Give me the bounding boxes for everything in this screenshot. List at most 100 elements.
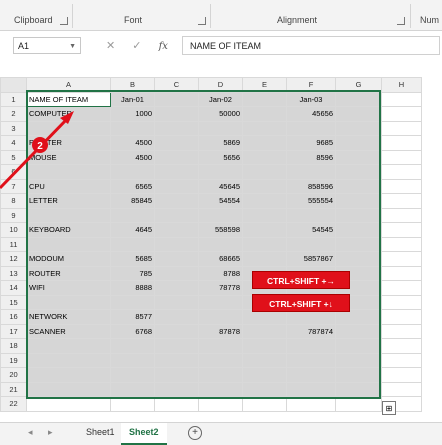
cell[interactable] [335, 338, 382, 354]
cell[interactable] [381, 164, 422, 180]
row-header[interactable]: 6 [0, 164, 27, 180]
cell[interactable]: WIFI [26, 280, 111, 296]
column-header[interactable]: C [154, 77, 199, 93]
row-header[interactable]: 21 [0, 381, 27, 397]
row-header[interactable]: 18 [0, 338, 27, 354]
row-header[interactable]: 10 [0, 222, 27, 238]
cell[interactable] [154, 381, 199, 397]
select-all-corner[interactable] [0, 77, 27, 93]
cell[interactable] [381, 381, 422, 397]
cell[interactable] [242, 135, 287, 151]
cell[interactable] [335, 106, 382, 122]
cell[interactable] [286, 120, 336, 136]
cell[interactable]: Jan-02 [198, 91, 243, 107]
row-header[interactable]: 20 [0, 367, 27, 383]
cell[interactable]: 5857867 [286, 251, 336, 267]
cell[interactable] [26, 381, 111, 397]
cell[interactable] [381, 207, 422, 223]
cell[interactable] [154, 91, 199, 107]
cell[interactable] [381, 309, 422, 325]
cell[interactable] [381, 193, 422, 209]
cell[interactable] [335, 381, 382, 397]
cell[interactable] [154, 294, 199, 310]
scroll-right-icon[interactable]: ▸ [48, 427, 53, 438]
cell[interactable] [242, 251, 287, 267]
chevron-down-icon[interactable]: ▼ [69, 38, 76, 55]
cell[interactable] [154, 251, 199, 267]
cell[interactable] [110, 120, 155, 136]
row-header[interactable]: 15 [0, 294, 27, 310]
cell[interactable] [381, 294, 422, 310]
cell[interactable] [154, 178, 199, 194]
cell[interactable] [242, 207, 287, 223]
cell[interactable] [154, 367, 199, 383]
cell[interactable] [26, 294, 111, 310]
cell[interactable]: 858596 [286, 178, 336, 194]
cell[interactable] [286, 396, 336, 412]
cell[interactable] [110, 338, 155, 354]
cell[interactable] [198, 120, 243, 136]
cell[interactable]: 8888 [110, 280, 155, 296]
cell[interactable] [198, 396, 243, 412]
cell[interactable]: SCANNER [26, 323, 111, 339]
cell[interactable] [26, 120, 111, 136]
cell[interactable] [381, 251, 422, 267]
cell[interactable] [198, 352, 243, 368]
cell[interactable] [335, 323, 382, 339]
cell[interactable] [198, 381, 243, 397]
cell[interactable] [335, 135, 382, 151]
cell[interactable] [154, 222, 199, 238]
cell[interactable] [154, 164, 199, 180]
cell[interactable] [154, 280, 199, 296]
clipboard-launcher-icon[interactable] [60, 17, 68, 25]
cell[interactable]: 78778 [198, 280, 243, 296]
column-header[interactable]: E [242, 77, 287, 93]
cell[interactable] [198, 338, 243, 354]
cell[interactable] [381, 120, 422, 136]
cell[interactable] [242, 120, 287, 136]
cell[interactable] [242, 91, 287, 107]
cell[interactable] [381, 106, 422, 122]
cell[interactable] [154, 396, 199, 412]
cell[interactable] [381, 236, 422, 252]
cell[interactable] [335, 396, 382, 412]
cell[interactable]: 54545 [286, 222, 336, 238]
cell[interactable] [381, 149, 422, 165]
cell[interactable] [26, 352, 111, 368]
cell[interactable] [335, 193, 382, 209]
cell[interactable] [335, 149, 382, 165]
row-header[interactable]: 16 [0, 309, 27, 325]
column-header[interactable]: F [286, 77, 336, 93]
cell[interactable] [335, 178, 382, 194]
column-header[interactable]: H [381, 77, 422, 93]
row-header[interactable]: 7 [0, 178, 27, 194]
cell[interactable]: 555554 [286, 193, 336, 209]
tab-sheet2[interactable]: Sheet2 [121, 423, 167, 445]
cell[interactable] [335, 207, 382, 223]
cell[interactable] [335, 352, 382, 368]
cell[interactable]: 8788 [198, 265, 243, 281]
cell[interactable]: CPU [26, 178, 111, 194]
cell[interactable] [154, 193, 199, 209]
cell[interactable] [198, 367, 243, 383]
cell[interactable] [154, 352, 199, 368]
cell[interactable]: 50000 [198, 106, 243, 122]
cell[interactable] [242, 367, 287, 383]
cell[interactable] [242, 222, 287, 238]
cell[interactable]: 4500 [110, 149, 155, 165]
cell[interactable]: 68665 [198, 251, 243, 267]
cell[interactable] [26, 236, 111, 252]
cell[interactable] [154, 207, 199, 223]
cell[interactable] [26, 396, 111, 412]
row-header[interactable]: 3 [0, 120, 27, 136]
row-header[interactable]: 4 [0, 135, 27, 151]
quick-analysis-icon[interactable]: ⊞ [382, 401, 396, 415]
row-header[interactable]: 9 [0, 207, 27, 223]
cell[interactable] [335, 222, 382, 238]
column-header[interactable]: A [26, 77, 111, 93]
row-header[interactable]: 1 [0, 91, 27, 107]
row-header[interactable]: 19 [0, 352, 27, 368]
cell[interactable] [242, 149, 287, 165]
cell[interactable] [154, 135, 199, 151]
cell[interactable]: Jan-03 [286, 91, 336, 107]
